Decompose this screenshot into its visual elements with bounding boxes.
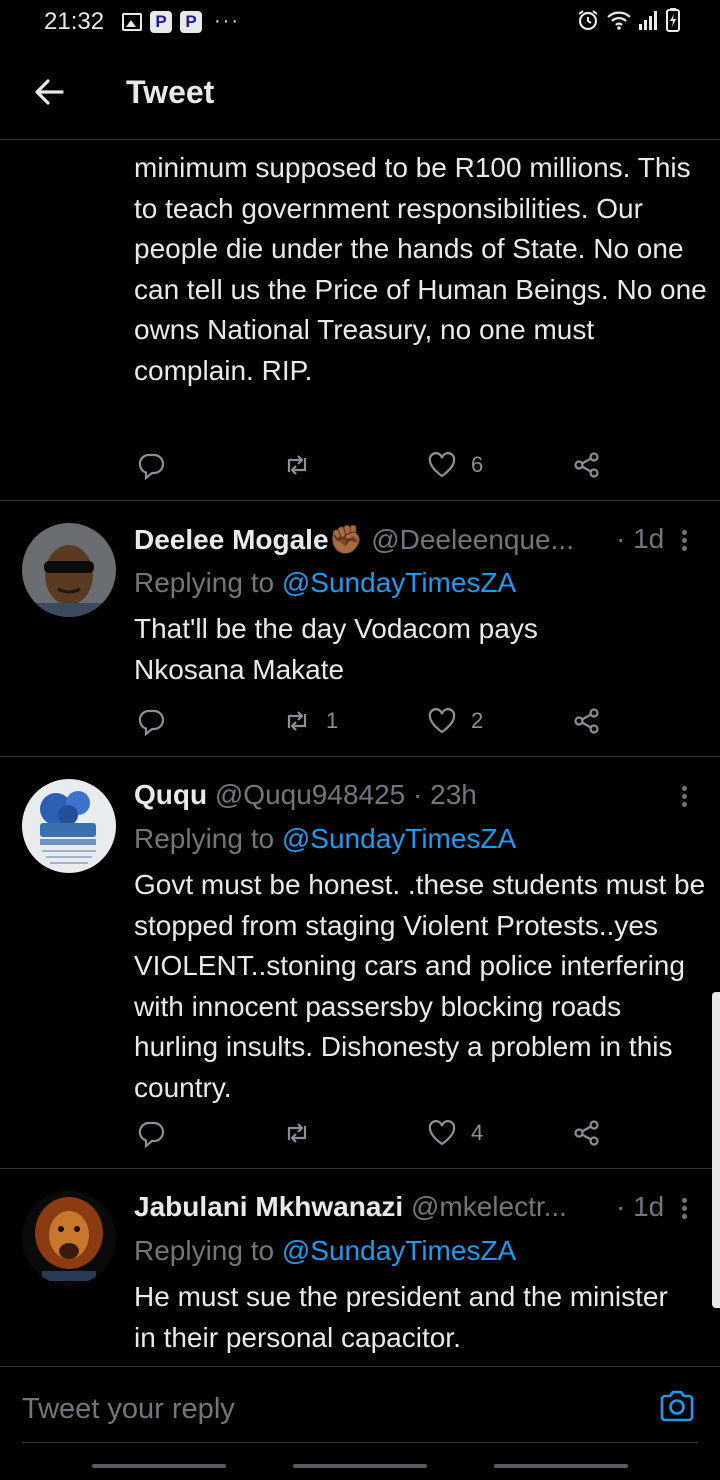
- tweet-item[interactable]: Deelee Mogale✊🏾 @Deeleenque... · 1d Repl…: [0, 501, 720, 757]
- nav-recents[interactable]: [92, 1464, 226, 1468]
- camera-icon: [660, 1390, 694, 1422]
- reply-icon: [138, 1121, 165, 1148]
- avatar[interactable]: [22, 1191, 116, 1285]
- status-right-icons: [576, 8, 680, 32]
- reply-composer: Tweet your reply: [0, 1366, 720, 1444]
- more-options-button[interactable]: [676, 1195, 692, 1223]
- retweet-icon: [287, 1123, 307, 1143]
- tweet-author: Ququ @Ququ948425 · 23h: [134, 779, 477, 811]
- replying-handle[interactable]: @SundayTimesZA: [282, 567, 516, 598]
- more-options-button[interactable]: [676, 783, 692, 811]
- avatar-image: [22, 1191, 116, 1285]
- replying-handle[interactable]: @SundayTimesZA: [282, 823, 516, 854]
- reply-icon: [138, 453, 165, 480]
- tweet-time: · 23h: [413, 779, 477, 810]
- nav-home[interactable]: [293, 1464, 427, 1468]
- share-button[interactable]: [572, 703, 602, 739]
- tweet-item[interactable]: Ququ @Ququ948425 · 23h Replying to @Sund…: [0, 757, 720, 1169]
- avatar[interactable]: [22, 523, 116, 617]
- author-handle[interactable]: @Ququ948425: [215, 779, 405, 810]
- reply-button[interactable]: [136, 447, 166, 483]
- tweet-author: Deelee Mogale✊🏾 @Deeleenque...: [134, 523, 574, 556]
- tweet-author: Jabulani Mkhwanazi @mkelectr...: [134, 1191, 567, 1223]
- author-handle[interactable]: @Deeleenque...: [371, 524, 574, 555]
- tweet-actions: 1 2: [0, 703, 720, 739]
- tweet-time: · 1d: [616, 1191, 665, 1222]
- replying-handle[interactable]: @SundayTimesZA: [282, 1235, 516, 1266]
- app-header: Tweet: [0, 44, 720, 140]
- replying-to: Replying to @SundayTimesZA: [134, 823, 516, 855]
- replying-prefix: Replying to: [134, 1235, 275, 1266]
- arrow-left-icon: [35, 79, 64, 105]
- more-dots-icon: ···: [214, 10, 240, 32]
- emoji: ✊🏾: [328, 524, 364, 555]
- replying-prefix: Replying to: [134, 823, 275, 854]
- reply-icon: [138, 709, 165, 736]
- author-name[interactable]: Deelee Mogale: [134, 524, 329, 555]
- author-name[interactable]: Ququ: [134, 779, 207, 810]
- retweet-icon: [287, 455, 307, 475]
- tweet-item[interactable]: Jabulani Mkhwanazi @mkelectr... · 1d Rep…: [0, 1169, 720, 1365]
- share-button[interactable]: [572, 1115, 602, 1151]
- like-button[interactable]: 6: [427, 447, 483, 483]
- p-app-icon: P: [180, 10, 202, 33]
- signal-icon: [639, 11, 657, 30]
- reply-divider: [22, 1442, 698, 1443]
- status-bar: 21:32 P P ···: [0, 0, 720, 44]
- retweet-button[interactable]: [282, 1115, 326, 1151]
- reply-button[interactable]: [136, 1115, 166, 1151]
- retweet-icon: [287, 711, 307, 731]
- share-button[interactable]: [572, 447, 602, 483]
- wifi-icon: [607, 11, 631, 30]
- author-handle[interactable]: @mkelectr...: [411, 1191, 567, 1222]
- heart-icon: [428, 708, 456, 734]
- tweet-item[interactable]: minimum supposed to be R100 millions. Th…: [0, 140, 720, 501]
- heart-icon: [428, 452, 456, 478]
- replies-feed[interactable]: minimum supposed to be R100 millions. Th…: [0, 140, 720, 1365]
- tweet-text: minimum supposed to be R100 millions. Th…: [134, 152, 707, 386]
- tweet-actions: 6: [0, 447, 720, 483]
- tweet-actions: 4: [0, 1115, 720, 1151]
- share-icon: [574, 1120, 599, 1146]
- replying-prefix: Replying to: [134, 567, 275, 598]
- heart-icon: [428, 1120, 456, 1146]
- back-button[interactable]: [28, 72, 72, 112]
- retweet-button[interactable]: [282, 447, 326, 483]
- tweet-text: Govt must be honest. .these students mus…: [134, 869, 706, 1103]
- avatar-image: [22, 779, 116, 873]
- status-left-icons: P P ···: [122, 10, 240, 33]
- p-app-icon: P: [150, 10, 172, 33]
- status-time: 21:32: [44, 8, 105, 35]
- nav-back[interactable]: [494, 1464, 628, 1468]
- like-button[interactable]: 2: [427, 703, 483, 739]
- retweet-button[interactable]: 1: [282, 703, 338, 739]
- author-name[interactable]: Jabulani Mkhwanazi: [134, 1191, 403, 1222]
- like-count: 2: [471, 708, 484, 733]
- camera-button[interactable]: [658, 1387, 696, 1425]
- system-nav-bar: [0, 1448, 720, 1480]
- share-icon: [574, 708, 599, 734]
- replying-to: Replying to @SundayTimesZA: [134, 567, 516, 599]
- page-title: Tweet: [126, 74, 215, 110]
- replying-to: Replying to @SundayTimesZA: [134, 1235, 516, 1267]
- like-count: 6: [471, 452, 484, 477]
- image-icon: [122, 12, 142, 31]
- more-options-button[interactable]: [676, 527, 692, 555]
- battery-icon: [666, 8, 680, 32]
- avatar[interactable]: [22, 779, 116, 873]
- reply-input[interactable]: Tweet your reply: [22, 1393, 235, 1426]
- reply-button[interactable]: [136, 703, 166, 739]
- alarm-icon: [578, 10, 598, 31]
- avatar-image: [22, 523, 116, 617]
- tweet-text: He must sue the president and the minist…: [134, 1281, 668, 1353]
- like-count: 4: [471, 1120, 484, 1145]
- tweet-text: That'll be the day Vodacom pays Nkosana …: [134, 613, 538, 685]
- retweet-count: 1: [326, 708, 339, 733]
- scrollbar[interactable]: [712, 992, 720, 1308]
- tweet-time: · 1d: [616, 523, 665, 554]
- share-icon: [574, 452, 599, 478]
- like-button[interactable]: 4: [427, 1115, 483, 1151]
